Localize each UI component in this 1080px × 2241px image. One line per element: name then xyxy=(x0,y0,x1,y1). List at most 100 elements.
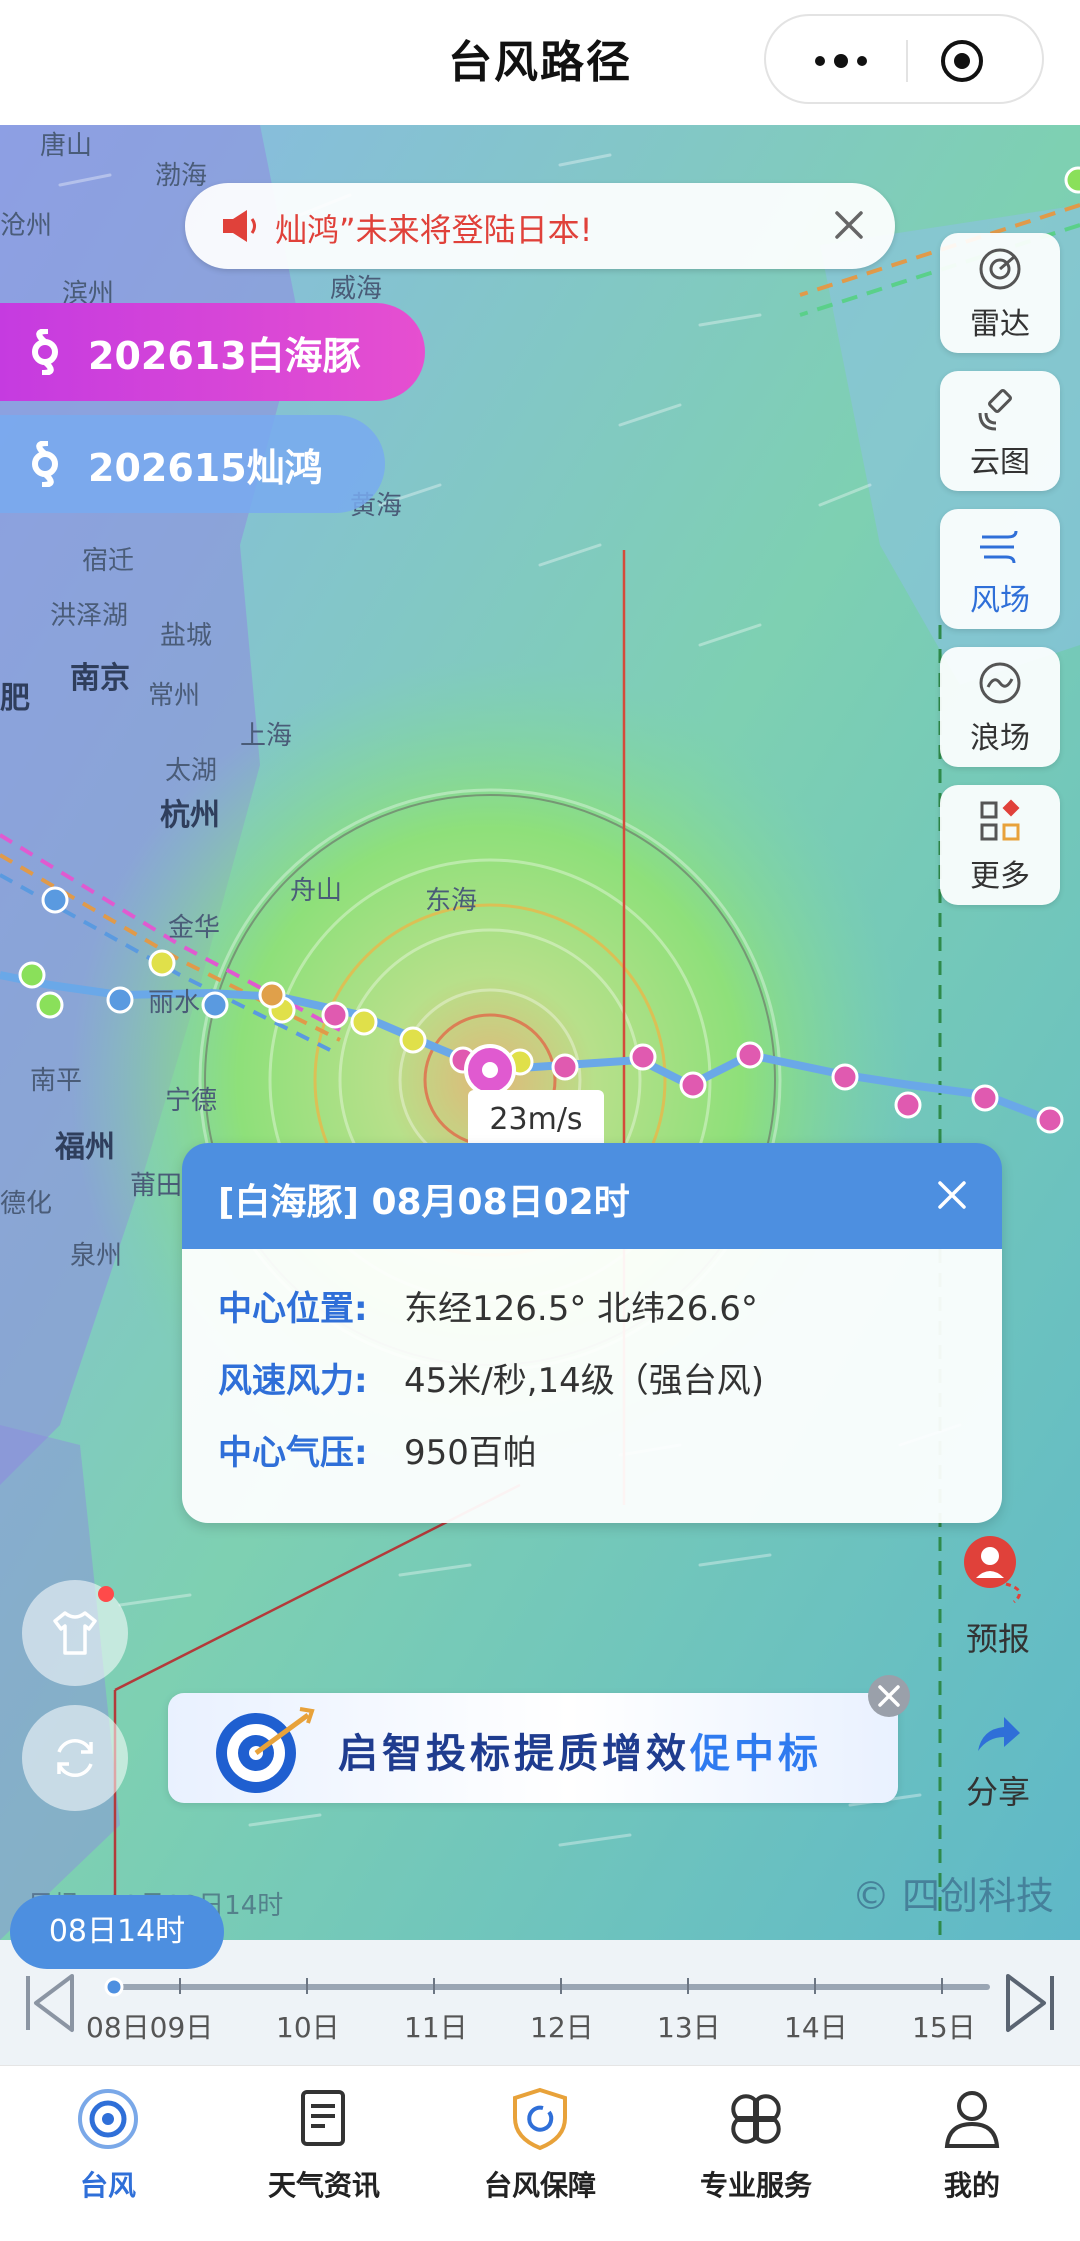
alert-text: 灿鸿”未来将登陆日本! xyxy=(275,211,593,249)
ad-text: 启智投标提质增效促中标 xyxy=(338,1721,822,1779)
timeline-label: 08日09日 xyxy=(86,2011,214,2044)
info-value: 950百帕 xyxy=(404,1433,537,1473)
share-icon xyxy=(978,1717,1020,1751)
ad-text-main: 启智投标提质增效 xyxy=(338,1731,690,1777)
tab-label: 台风保障 xyxy=(483,2169,596,2202)
tab-typhoon-protection[interactable]: 台风保障 xyxy=(432,2084,648,2204)
refresh-button[interactable] xyxy=(22,1705,128,1811)
mini-program-capsule xyxy=(764,14,1044,104)
satellite-icon xyxy=(978,389,1012,431)
place-shanghai: 上海 xyxy=(240,721,293,751)
wind-icon xyxy=(980,530,1018,564)
tool-wave[interactable]: 浪场 xyxy=(940,647,1060,767)
place-hongzehu: 洪泽湖 xyxy=(50,601,129,631)
info-card-header: [白海豚] 08月08日02时 xyxy=(182,1143,1002,1249)
current-time-pill: 08日14时 xyxy=(10,1895,224,1969)
place-dehua: 德化 xyxy=(0,1189,53,1219)
place-hefei: 肥 xyxy=(0,681,30,716)
tab-professional-service[interactable]: 专业服务 xyxy=(648,2084,864,2204)
tab-label: 专业服务 xyxy=(699,2169,812,2202)
share-label: 分享 xyxy=(965,1773,1030,1811)
place-donghai: 东海 xyxy=(425,886,478,916)
timeline-ticks xyxy=(104,1977,943,1997)
place-taihu: 太湖 xyxy=(165,756,218,786)
typhoon-map[interactable]: 唐山 渤海 沧州 滨州 威海 黄海 宿迁 洪泽湖 盐城 南京 常州 肥 太湖 上… xyxy=(0,125,1080,1940)
close-alert-icon[interactable] xyxy=(827,203,871,247)
typhoon-tag-202615[interactable]: 202615灿鸿 xyxy=(0,415,385,513)
info-card-title: [白海豚] 08月08日02时 xyxy=(218,1182,630,1223)
place-weihai: 威海 xyxy=(330,274,383,304)
info-row-position: 中心位置: 东经126.5° 北纬26.6° xyxy=(182,1273,1002,1345)
ad-text-highlight: 促中标 xyxy=(690,1731,822,1777)
forecast-label: 预报 xyxy=(965,1620,1030,1658)
skin-button[interactable] xyxy=(22,1580,128,1686)
user-icon xyxy=(944,2091,1000,2148)
tab-label: 我的 xyxy=(943,2169,1000,2202)
tool-label: 雷达 xyxy=(970,307,1030,342)
typhoon-tag-label: 202615灿鸿 xyxy=(88,445,323,490)
place-nanping: 南平 xyxy=(30,1066,83,1096)
place-bohai: 渤海 xyxy=(155,161,208,191)
tool-label: 浪场 xyxy=(970,721,1030,756)
place-yancheng: 盐城 xyxy=(160,621,213,651)
place-putian: 莆田 xyxy=(130,1171,183,1201)
timeline-label: 15日 xyxy=(912,2011,976,2044)
info-row-pressure: 中心气压: 950百帕 xyxy=(182,1417,1002,1489)
tab-weather-news[interactable]: 天气资讯 xyxy=(216,2084,432,2204)
news-icon xyxy=(301,2090,345,2146)
place-lishui: 丽水 xyxy=(148,988,201,1018)
info-key: 中心位置: xyxy=(218,1289,368,1329)
shirt-icon xyxy=(53,1611,97,1655)
tool-radar[interactable]: 雷达 xyxy=(940,233,1060,353)
info-key: 风速风力: xyxy=(218,1361,368,1401)
place-cangzhou: 沧州 xyxy=(0,211,53,241)
forecaster-avatar-icon xyxy=(964,1536,1021,1604)
place-quanzhou: 泉州 xyxy=(70,1241,123,1271)
place-tangshan: 唐山 xyxy=(40,131,93,161)
more-grid-icon xyxy=(980,799,1020,841)
close-info-icon[interactable] xyxy=(932,1175,972,1215)
more-dots-icon[interactable] xyxy=(806,38,876,84)
timeline-label: 11日 xyxy=(404,2011,468,2044)
info-key: 中心气压: xyxy=(218,1433,368,1473)
capsule-divider xyxy=(906,40,908,82)
info-value: 45米/秒,14级（强台风) xyxy=(404,1361,765,1401)
wind-speed-label: 23m/s xyxy=(468,1090,604,1150)
tool-wind[interactable]: 风场 xyxy=(940,509,1060,629)
tab-label: 天气资讯 xyxy=(267,2169,380,2202)
radar-icon xyxy=(979,248,1021,290)
close-ad-icon[interactable] xyxy=(866,1673,912,1719)
typhoon-tag-202613[interactable]: 202613白海豚 xyxy=(0,303,425,401)
tab-typhoon[interactable]: 台风 xyxy=(0,2084,216,2204)
place-ningde: 宁德 xyxy=(165,1086,218,1116)
alert-banner[interactable]: 灿鸿”未来将登陆日本! xyxy=(185,183,895,269)
tab-label: 台风 xyxy=(79,2169,136,2202)
tool-more[interactable]: 更多 xyxy=(940,785,1060,905)
place-suqian: 宿迁 xyxy=(82,546,135,576)
timeline-label: 10日 xyxy=(276,2011,340,2044)
forecast-button[interactable]: 预报 xyxy=(938,1530,1058,1660)
prev-step-icon[interactable] xyxy=(22,1970,78,2036)
info-row-wind: 风速风力: 45米/秒,14级（强台风) xyxy=(182,1345,1002,1417)
copyright-text: © 四创科技 xyxy=(851,1874,1054,1918)
info-card-body: 中心位置: 东经126.5° 北纬26.6° 风速风力: 45米/秒,14级（强… xyxy=(182,1249,1002,1523)
tool-satellite[interactable]: 云图 xyxy=(940,371,1060,491)
place-zhoushan: 舟山 xyxy=(290,876,343,906)
typhoon-tag-label: 202613白海豚 xyxy=(88,333,361,378)
close-miniprogram-icon[interactable] xyxy=(939,38,985,84)
bottom-tab-bar: 台风 天气资讯 台风保障 专业服务 我的 xyxy=(0,2065,1080,2241)
tool-label: 更多 xyxy=(970,859,1030,894)
share-button[interactable]: 分享 xyxy=(938,1707,1058,1813)
ad-banner[interactable]: 启智投标提质增效促中标 xyxy=(168,1675,910,1803)
play-next-icon[interactable] xyxy=(1002,1970,1058,2036)
place-fuzhou: 福州 xyxy=(55,1130,115,1165)
top-bar: 台风路径 xyxy=(0,0,1080,125)
typhoon-symbol-icon xyxy=(32,441,58,487)
place-jinhua: 金华 xyxy=(168,913,221,943)
info-value: 东经126.5° 北纬26.6° xyxy=(404,1289,758,1329)
place-nanjing: 南京 xyxy=(70,661,130,696)
shield-icon xyxy=(513,2087,567,2151)
timeline-label: 13日 xyxy=(657,2011,721,2044)
typhoon-info-card: [白海豚] 08月08日02时 中心位置: 东经126.5° 北纬26.6° 风… xyxy=(182,1143,1002,1523)
tab-mine[interactable]: 我的 xyxy=(864,2084,1080,2204)
